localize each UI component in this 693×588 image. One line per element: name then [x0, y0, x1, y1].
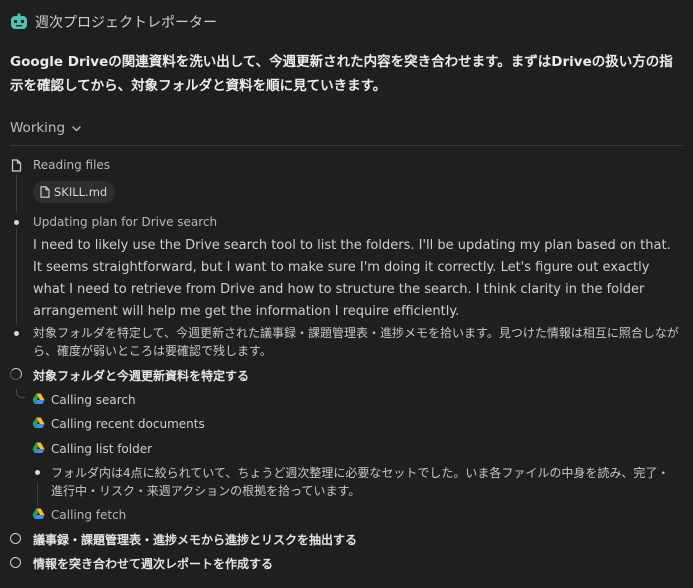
tool-call-label: Calling search [51, 393, 136, 407]
progress-note: フォルダ内は4点に絞られていて、ちょうど週次整理に必要なセットでした。いま各ファ… [51, 466, 670, 498]
chevron-down-icon [72, 125, 81, 131]
pending-circle-icon [10, 533, 21, 544]
tool-call-label: Calling fetch [51, 508, 127, 522]
file-icon [11, 159, 22, 172]
app-header: 週次プロジェクトレポーター [10, 10, 217, 34]
step-bullet [14, 331, 19, 336]
task-label: 対象フォルダと今週更新資料を特定する [33, 368, 250, 383]
google-drive-icon [32, 417, 45, 428]
reasoning-text: I need to likely use the Drive search to… [33, 238, 671, 319]
tool-call-fetch: Calling fetch [51, 506, 126, 524]
robot-icon [11, 13, 27, 29]
file-icon [40, 186, 50, 198]
task-label: 情報を突き合わせて週次レポートを作成する [33, 556, 274, 571]
timeline-rail [16, 175, 17, 212]
file-name: SKILL.md [54, 185, 108, 199]
tool-call-list-folder: Calling list folder [51, 440, 152, 458]
google-drive-icon [32, 442, 45, 453]
loading-spinner-icon [10, 368, 22, 380]
tool-call-label: Calling list folder [51, 442, 153, 456]
file-chip[interactable]: SKILL.md [33, 181, 116, 203]
step-label: Updating plan for Drive search [33, 215, 218, 229]
step-label: Reading files [33, 158, 111, 172]
working-label: Working [10, 120, 66, 136]
step-bullet [35, 470, 40, 475]
google-drive-icon [32, 508, 45, 519]
step-bullet [14, 220, 19, 225]
timeline-rail [16, 228, 17, 324]
task-create-report: 情報を突き合わせて週次レポートを作成する [33, 554, 273, 572]
pending-circle-icon [10, 557, 21, 568]
task-label: 議事録・課題管理表・進捗メモから進捗とリスクを抽出する [33, 532, 358, 547]
tool-call-recent-documents: Calling recent documents [51, 415, 205, 433]
working-toggle[interactable]: Working [10, 117, 82, 139]
task-identify-folders: 対象フォルダと今週更新資料を特定する [33, 366, 249, 384]
tree-connector [16, 389, 25, 398]
tool-call-search: Calling search [51, 391, 136, 409]
assistant-intro-message: Google Driveの関連資料を洗い出して、今週更新された内容を突き合わせま… [10, 54, 673, 94]
tool-call-label: Calling recent documents [51, 417, 205, 431]
google-drive-icon [32, 393, 45, 404]
progress-note: 対象フォルダを特定して、今週更新された議事録・課題管理表・進捗メモを拾います。見… [33, 326, 679, 358]
task-extract-progress: 議事録・課題管理表・進捗メモから進捗とリスクを抽出する [33, 530, 357, 548]
app-title: 週次プロジェクトレポーター [35, 15, 217, 31]
divider [10, 145, 683, 146]
step-reading-files: Reading files [33, 156, 110, 174]
timeline-rail [37, 482, 38, 506]
step-updating-plan: Updating plan for Drive search [33, 213, 217, 231]
